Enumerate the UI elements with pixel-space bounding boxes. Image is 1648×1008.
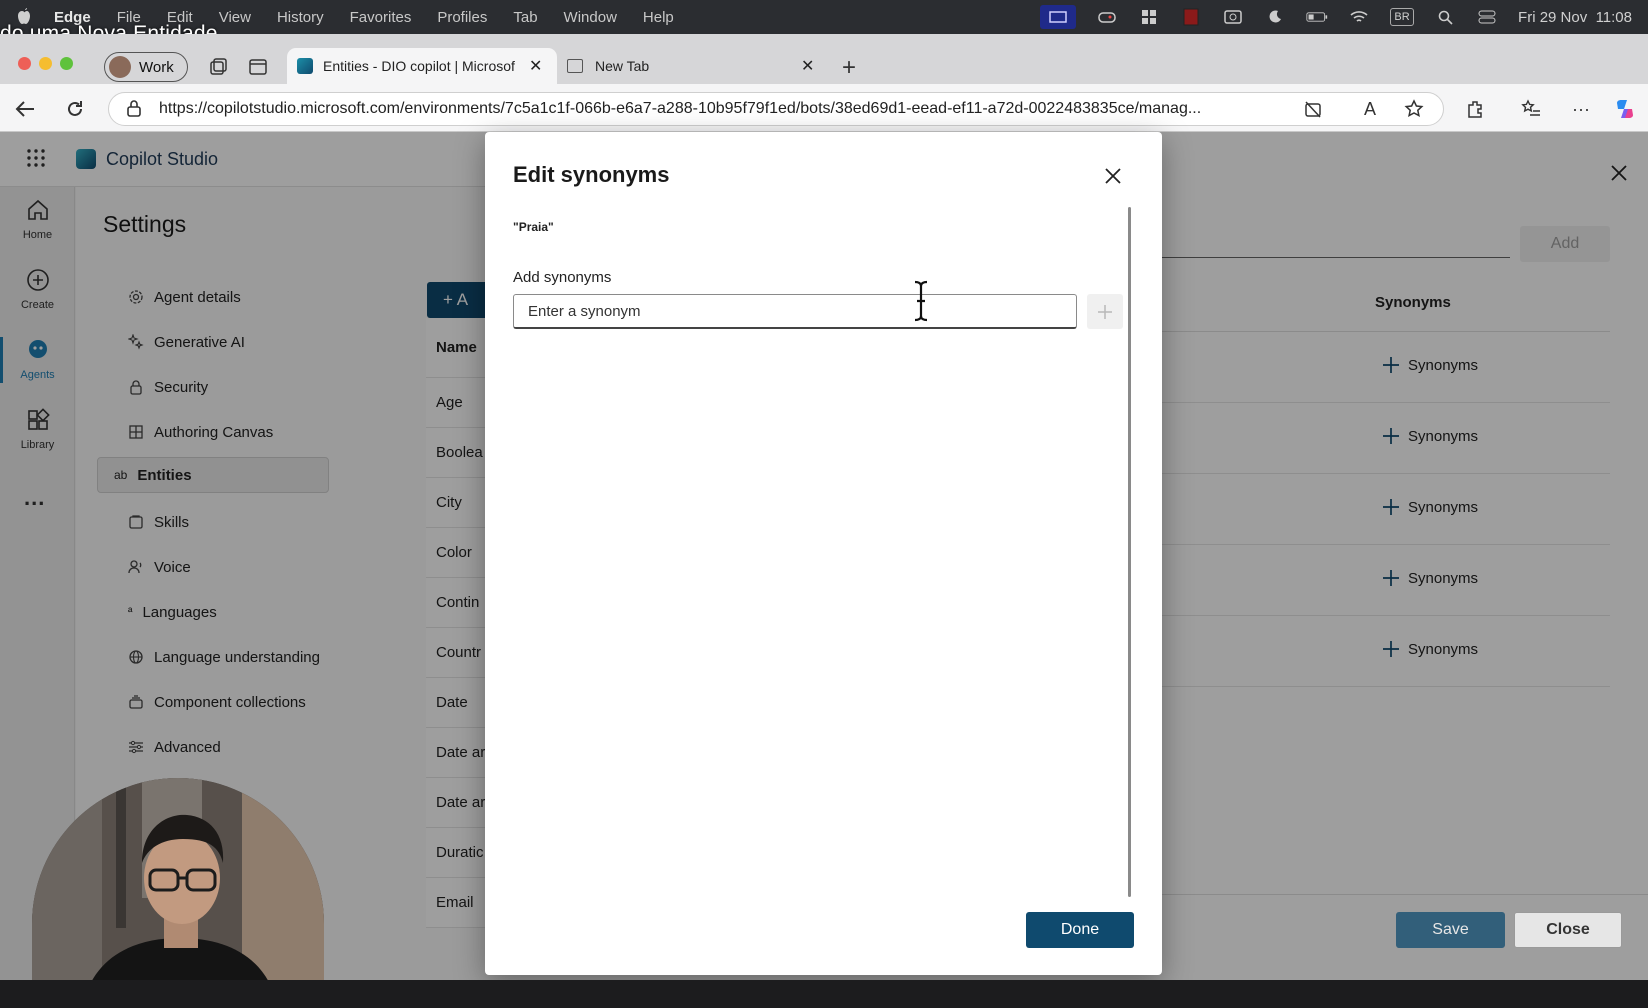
window-close-button[interactable] [18, 57, 31, 70]
save-button[interactable]: Save [1396, 912, 1505, 948]
copilot-icon[interactable] [1612, 96, 1638, 122]
dialog-title: Edit synonyms [513, 162, 670, 187]
plus-icon [1098, 304, 1112, 319]
window-zoom-button[interactable] [60, 57, 73, 70]
favorite-star-icon[interactable] [1401, 96, 1427, 122]
close-icon[interactable] [1103, 166, 1125, 188]
done-button[interactable]: Done [1026, 912, 1134, 948]
control-center-icon[interactable] [1476, 8, 1498, 26]
menu-window[interactable]: Window [564, 9, 617, 26]
tab-title: Entities - DIO copilot | Microsof [323, 58, 515, 74]
record-icon[interactable] [1180, 8, 1202, 26]
menu-favorites[interactable]: Favorites [350, 9, 412, 26]
menu-view[interactable]: View [219, 9, 251, 26]
synonym-input[interactable] [513, 294, 1077, 329]
close-button[interactable]: Close [1514, 912, 1622, 948]
profile-button[interactable]: Work [104, 52, 188, 82]
favorites-list-icon[interactable] [1518, 96, 1544, 122]
tab-actions-icon[interactable] [248, 57, 268, 82]
text-cursor-icon [911, 280, 931, 327]
copilot-studio-favicon-icon [297, 58, 313, 74]
gamepad-icon[interactable] [1096, 8, 1118, 26]
os-menubar: Edge File Edit View History Favorites Pr… [0, 0, 1648, 34]
camera-off-icon[interactable] [1222, 8, 1244, 26]
screen-share-icon[interactable] [1040, 5, 1077, 29]
menu-help[interactable]: Help [643, 9, 674, 26]
new-tab-button[interactable]: + [842, 54, 856, 82]
refresh-icon[interactable] [62, 96, 88, 122]
profile-label: Work [139, 58, 174, 76]
workspaces-icon[interactable] [208, 57, 228, 82]
lock-icon[interactable] [126, 99, 142, 122]
extensions-icon[interactable] [1462, 96, 1488, 122]
search-icon[interactable] [1434, 8, 1456, 26]
menu-profiles[interactable]: Profiles [437, 9, 487, 26]
url-text: https://copilotstudio.microsoft.com/envi… [159, 100, 1202, 117]
menubar-clock[interactable]: Fri 29 Nov 11:08 [1518, 9, 1632, 26]
tab-close-icon[interactable]: ✕ [529, 56, 542, 76]
grid-apps-icon[interactable] [1138, 8, 1160, 26]
entity-value-label: "Praia" [513, 220, 554, 234]
menu-tab[interactable]: Tab [513, 9, 537, 26]
address-bar[interactable]: https://copilotstudio.microsoft.com/envi… [108, 92, 1444, 126]
add-synonym-button[interactable] [1087, 294, 1123, 329]
tab-entities[interactable]: Entities - DIO copilot | Microsof ✕ [287, 48, 557, 84]
moon-icon[interactable] [1264, 8, 1286, 26]
add-synonyms-label: Add synonyms [513, 269, 612, 286]
tracking-prevention-icon[interactable] [1300, 96, 1326, 122]
window-minimize-button[interactable] [39, 57, 52, 70]
wifi-icon[interactable] [1348, 8, 1370, 26]
tab-close-icon[interactable]: ✕ [801, 56, 814, 76]
edit-synonyms-dialog: Edit synonyms "Praia" Add synonyms Done [485, 132, 1162, 975]
new-tab-favicon-icon [567, 59, 583, 73]
menu-history[interactable]: History [277, 9, 324, 26]
more-menu-icon[interactable]: ··· [1568, 96, 1594, 122]
back-arrow-icon[interactable] [12, 96, 38, 122]
input-source-badge[interactable]: BR [1390, 8, 1415, 26]
dialog-scrollbar[interactable] [1128, 207, 1131, 897]
tab-title: New Tab [595, 58, 650, 74]
read-aloud-icon[interactable]: A [1357, 96, 1383, 122]
tab-new-tab[interactable]: New Tab ✕ [565, 48, 825, 84]
battery-icon[interactable] [1306, 8, 1328, 26]
profile-avatar [109, 56, 131, 78]
status-tray: BR Fri 29 Nov 11:08 [1040, 0, 1632, 34]
bottom-bar [0, 980, 1648, 1008]
